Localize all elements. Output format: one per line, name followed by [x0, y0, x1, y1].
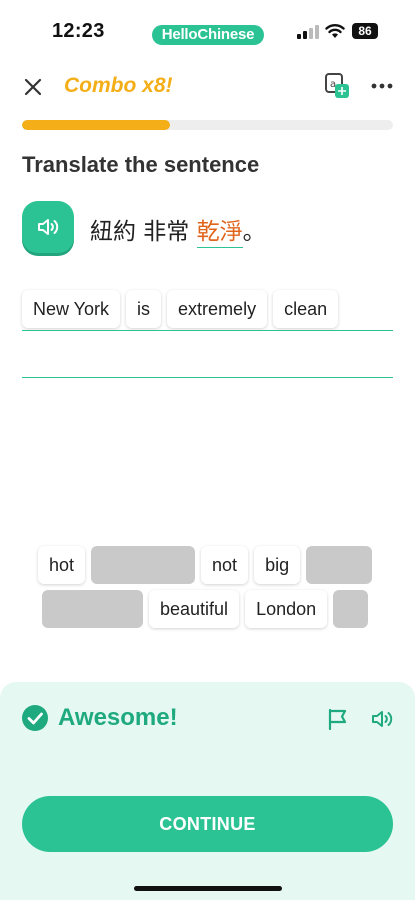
signal-icon: [297, 25, 319, 39]
more-icon: [371, 83, 393, 89]
answer-line: [22, 377, 393, 378]
sentence-punctuation: 。: [242, 219, 266, 245]
close-button[interactable]: [20, 74, 46, 100]
continue-button[interactable]: CONTINUE: [22, 796, 393, 852]
brand-pill: HelloChinese: [152, 25, 264, 45]
play-audio-button[interactable]: [22, 201, 74, 253]
combo-counter: Combo x8!: [64, 74, 173, 97]
battery-indicator: 86: [352, 23, 378, 39]
speaker-icon: [38, 219, 59, 235]
check-icon: [22, 705, 48, 731]
used-word-slot: [42, 590, 143, 628]
more-options-button[interactable]: [368, 74, 396, 98]
word-bank-chip[interactable]: beautiful: [149, 590, 240, 628]
used-word-slot: [91, 546, 196, 584]
answer-row: New York is extremely clean: [22, 290, 339, 328]
status-bar: 12:23 HelloChinese 86: [0, 0, 415, 60]
word-bank-row: beautiful London: [42, 590, 369, 628]
answer-word-chip[interactable]: New York: [22, 290, 121, 328]
used-word-slot: [333, 590, 369, 628]
status-time: 12:23: [52, 20, 105, 42]
close-icon: [24, 78, 42, 96]
highlighted-word[interactable]: 乾淨: [196, 219, 243, 248]
lesson-progress-bar: [22, 120, 393, 130]
speaker-icon[interactable]: [370, 707, 394, 731]
answer-word-chip[interactable]: extremely: [167, 290, 268, 328]
answer-word-chip[interactable]: is: [126, 290, 162, 328]
wifi-icon: [325, 24, 345, 38]
flag-icon[interactable]: [326, 708, 350, 730]
word-bank-chip[interactable]: big: [254, 546, 301, 584]
translate-icon[interactable]: a: [324, 72, 350, 100]
chinese-sentence: 紐約 非常 乾淨。: [90, 212, 266, 248]
prompt-title: Translate the sentence: [22, 152, 260, 177]
word-bank-row: hot not big: [38, 546, 373, 584]
answer-word-chip[interactable]: clean: [273, 290, 339, 328]
progress-fill: [22, 120, 171, 130]
used-word-slot: [306, 546, 373, 584]
word-bank-chip[interactable]: not: [201, 546, 249, 584]
word-bank-chip[interactable]: London: [245, 590, 328, 628]
feedback-panel: Awesome! CONTINUE: [0, 682, 415, 900]
answer-line: [22, 330, 393, 331]
lesson-header: Combo x8! a: [0, 66, 415, 110]
word-bank-chip[interactable]: hot: [38, 546, 86, 584]
feedback-message: Awesome!: [58, 704, 178, 731]
sentence-text: 紐約 非常: [90, 219, 197, 245]
home-indicator: [134, 886, 282, 891]
